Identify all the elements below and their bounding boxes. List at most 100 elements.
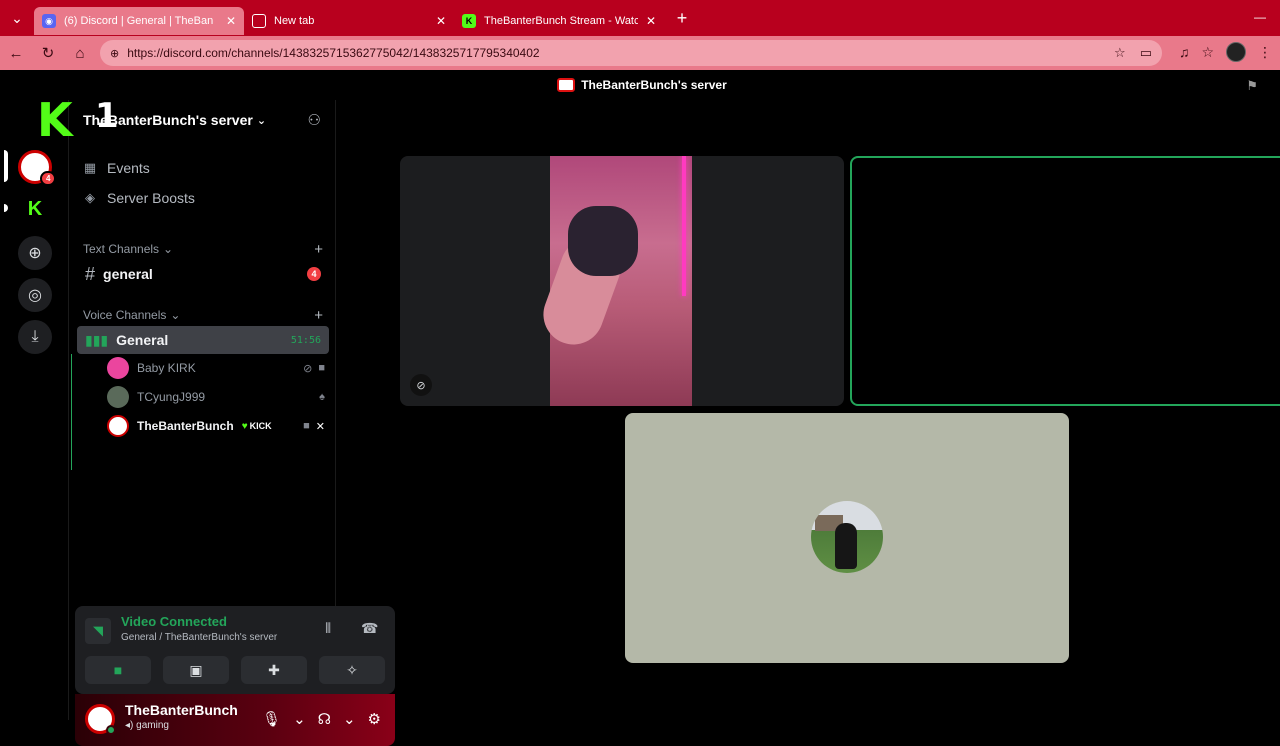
new-tab-plus-icon[interactable]: + xyxy=(668,8,696,29)
profile-avatar[interactable] xyxy=(1226,42,1246,62)
kick-logo-overlay: K xyxy=(37,93,73,147)
chevron-down-icon[interactable]: ⌄ xyxy=(293,710,306,728)
text-channels-category[interactable]: Text Channels ⌄ + xyxy=(83,241,323,258)
calendar-icon: ▦ xyxy=(83,160,97,175)
voice-user-name: TheBanterBunch xyxy=(137,419,234,433)
tab-kick-stream[interactable]: K TheBanterBunch Stream - Watch L ✕ xyxy=(454,7,664,35)
user-activity: ◂) gaming xyxy=(125,720,169,731)
activity-label: gaming xyxy=(136,720,169,731)
voice-connection-line xyxy=(71,354,72,470)
category-label: Voice Channels xyxy=(83,308,167,322)
kick-tag: ♥ KICK xyxy=(242,421,272,432)
channel-general-voice[interactable]: ▮▮▮ General 51:56 xyxy=(77,326,329,354)
tab-title: TheBanterBunch Stream - Watch L xyxy=(484,15,638,27)
mic-muted-icon: ⊘ xyxy=(410,374,432,396)
voice-user-self[interactable]: TheBanterBunch ♥ KICK ■ ✕ xyxy=(107,414,325,438)
activities-button[interactable]: ✚ xyxy=(241,656,307,684)
download-icon[interactable]: ⤓ xyxy=(18,320,52,354)
avatar xyxy=(107,357,129,379)
minimize-window-icon[interactable]: — xyxy=(1254,10,1266,24)
channel-name: General xyxy=(116,332,169,348)
create-channel-plus-icon[interactable]: + xyxy=(314,307,323,324)
led-strip xyxy=(682,156,686,296)
user-name[interactable]: TheBanterBunch xyxy=(125,702,238,718)
server-mention-badge: 4 xyxy=(40,171,57,186)
feed-headset xyxy=(568,206,638,276)
chevron-down-icon: ⌄ xyxy=(256,114,267,127)
chevron-down-icon: ⌄ xyxy=(163,242,174,256)
close-tab-icon[interactable]: ✕ xyxy=(226,14,236,28)
address-bar[interactable]: ⊕ https://discord.com/channels/143832571… xyxy=(100,40,1162,66)
close-tab-icon[interactable]: ✕ xyxy=(436,14,446,28)
tab-new-tab[interactable]: New tab ✕ xyxy=(244,7,454,35)
create-channel-plus-icon[interactable]: + xyxy=(314,241,323,258)
noise-suppression-icon[interactable]: ⦀ xyxy=(325,620,331,637)
discord-title-bar: TheBanterBunch's server xyxy=(4,70,1280,100)
bookmark-star-icon[interactable]: ☆ xyxy=(1114,45,1126,61)
video-cast-icon[interactable]: ▭ xyxy=(1140,45,1152,61)
chevron-down-icon: ⌄ xyxy=(170,308,181,322)
video-tile-speaking[interactable] xyxy=(850,156,1280,406)
newtab-favicon-icon xyxy=(252,14,266,28)
more-menu-icon[interactable]: ⋮ xyxy=(1258,44,1272,61)
url-text: https://discord.com/channels/14383257153… xyxy=(127,46,540,60)
server-boosts-item[interactable]: ◈ Server Boosts xyxy=(83,190,195,206)
crossed-swords-icon: ✕ xyxy=(315,420,325,433)
voice-user-status: ♠ xyxy=(319,391,325,403)
reload-icon[interactable]: ↻ xyxy=(32,44,64,62)
voice-user[interactable]: Baby KIRK ⊘ ■ xyxy=(107,356,325,380)
flag-icon[interactable]: ⚑ xyxy=(1246,78,1258,94)
home-icon[interactable]: ⌂ xyxy=(64,45,96,62)
video-camera-icon: ■ xyxy=(303,419,310,432)
voice-channels-category[interactable]: Voice Channels ⌄ + xyxy=(83,307,323,324)
headphones-icon[interactable]: ☊ xyxy=(318,710,331,728)
site-info-icon[interactable]: ⊕ xyxy=(110,47,119,60)
avatar-figure xyxy=(835,523,857,569)
connection-status[interactable]: Video Connected xyxy=(121,614,227,629)
server-header[interactable]: K 1 TheBanterBunch's server ⌄ ⚇ xyxy=(37,96,337,143)
window-title: TheBanterBunch's server xyxy=(581,78,727,92)
discover-compass-icon[interactable]: ◎ xyxy=(18,278,52,312)
kick-tag-label: KICK xyxy=(249,421,272,431)
heart-icon: ♥ xyxy=(241,420,248,432)
server-boosts-label: Server Boosts xyxy=(107,190,195,206)
screen-share-button[interactable]: ▣ xyxy=(163,656,229,684)
toolbar-actions: ♫ ☆ ⋮ xyxy=(1179,42,1272,62)
favorites-icon[interactable]: ☆ xyxy=(1201,44,1214,61)
category-label: Text Channels xyxy=(83,242,160,256)
camera-button[interactable]: ■ xyxy=(85,656,151,684)
soundboard-button[interactable]: ✧ xyxy=(319,656,385,684)
discord-app: TheBanterBunch's server ⚑ 4 K ⊕ ◎ ⤓ K 1 … xyxy=(4,70,1280,746)
tab-discord[interactable]: ◉ (6) Discord | General | TheBan ✕ xyxy=(34,7,244,35)
user-panel: TheBanterBunch ◂) gaming 🎙 ⌄ ☊ ⌄ ⚙ xyxy=(75,694,395,746)
tab-search-chevron-icon[interactable]: ⌄ xyxy=(0,0,34,36)
video-tile-avatar[interactable] xyxy=(625,413,1069,663)
video-tile-camera[interactable]: ⊘ xyxy=(400,156,844,406)
kick-server-icon[interactable]: K xyxy=(18,192,52,226)
speaker-icon: ◂) xyxy=(125,720,134,731)
mention-badge: 4 xyxy=(307,267,321,281)
invite-user-icon[interactable]: ⚇ xyxy=(308,111,321,129)
avatar xyxy=(107,415,129,437)
channel-general-text[interactable]: # general 4 xyxy=(77,260,329,288)
signal-icon[interactable]: ◥ xyxy=(85,618,111,644)
microphone-icon[interactable]: 🎙 xyxy=(262,710,281,728)
browser-tabbar: ⌄ ◉ (6) Discord | General | TheBan ✕ New… xyxy=(0,0,1280,36)
settings-gear-icon[interactable]: ⚙ xyxy=(368,710,381,728)
back-arrow-icon[interactable]: ← xyxy=(0,45,32,62)
voice-timer: 51:56 xyxy=(290,334,321,346)
voice-connection-panel: ◥ Video Connected General / TheBanterBun… xyxy=(75,606,395,694)
boost-icon: ◈ xyxy=(85,190,95,205)
discord-favicon-icon: ◉ xyxy=(42,14,56,28)
media-icon[interactable]: ♫ xyxy=(1179,44,1190,60)
close-tab-icon[interactable]: ✕ xyxy=(646,14,656,28)
participant-avatar xyxy=(811,501,883,573)
chevron-down-icon[interactable]: ⌄ xyxy=(343,710,356,728)
events-item[interactable]: ▦ Events xyxy=(83,160,150,176)
voice-user[interactable]: TCyungJ999 ♠ xyxy=(107,385,325,409)
disconnect-phone-icon[interactable]: ☎ xyxy=(361,620,378,637)
connection-location: General / TheBanterBunch's server xyxy=(121,632,278,643)
events-label: Events xyxy=(107,160,150,176)
add-server-icon[interactable]: ⊕ xyxy=(18,236,52,270)
online-status-indicator xyxy=(106,725,116,735)
